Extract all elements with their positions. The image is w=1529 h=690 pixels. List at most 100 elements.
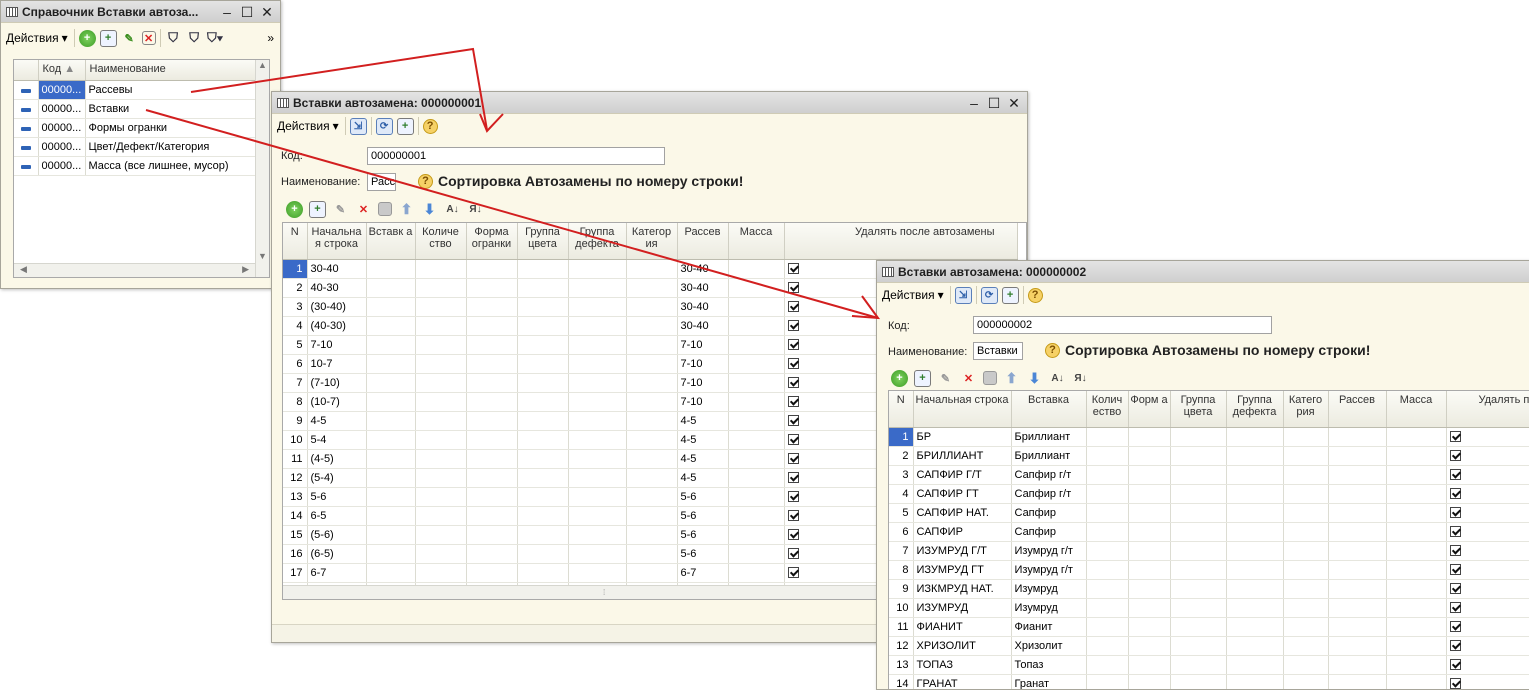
empty-cell[interactable]	[466, 468, 518, 488]
empty-cell[interactable]	[1226, 427, 1284, 447]
empty-cell[interactable]	[1328, 522, 1387, 542]
empty-cell[interactable]	[568, 430, 627, 450]
filter-clear-icon[interactable]: ⛉	[186, 30, 203, 47]
empty-cell[interactable]	[1283, 674, 1329, 689]
delete-after-checkbox[interactable]	[787, 529, 799, 541]
empty-cell[interactable]	[517, 544, 569, 564]
empty-cell[interactable]	[415, 259, 467, 279]
start-string-cell[interactable]: 40-30	[307, 278, 367, 298]
empty-cell[interactable]	[568, 563, 627, 583]
refresh-icon[interactable]: ⟳	[980, 286, 998, 304]
empty-cell[interactable]	[466, 487, 518, 507]
insert-cell[interactable]: Сапфир	[1011, 503, 1087, 523]
empty-cell[interactable]	[517, 506, 569, 526]
delete-after-checkbox[interactable]	[1449, 450, 1461, 462]
empty-cell[interactable]	[1328, 427, 1387, 447]
delete-row-icon[interactable]: ✕	[355, 201, 372, 218]
start-string-cell[interactable]: ХРИЗОЛИТ	[913, 636, 1012, 656]
empty-cell[interactable]	[568, 335, 627, 355]
empty-cell[interactable]	[1170, 522, 1227, 542]
copy-icon[interactable]: +	[99, 29, 117, 47]
start-string-cell[interactable]: (7-10)	[307, 373, 367, 393]
empty-cell[interactable]	[626, 411, 678, 431]
sort-desc-icon[interactable]: Я↓	[1072, 370, 1089, 387]
empty-cell[interactable]	[568, 259, 627, 279]
empty-cell[interactable]	[1283, 579, 1329, 599]
rassev-cell[interactable]: 7-10	[677, 373, 729, 393]
move-down-icon[interactable]: ⬇	[421, 201, 438, 218]
insert-cell[interactable]: Бриллиант	[1011, 427, 1087, 447]
column-header[interactable]: Удалять п	[1446, 391, 1529, 428]
rassev-cell[interactable]: 4-5	[677, 468, 729, 488]
add-row-icon[interactable]: +	[286, 200, 303, 218]
move-down-icon[interactable]: ⬇	[1026, 370, 1043, 387]
column-header[interactable]: Категор ия	[626, 223, 678, 260]
empty-cell[interactable]	[1328, 465, 1387, 485]
filter-icon[interactable]: ⛉	[165, 30, 182, 47]
empty-cell[interactable]	[466, 525, 518, 545]
empty-cell[interactable]	[1128, 522, 1171, 542]
insert-cell[interactable]: Фианит	[1011, 617, 1087, 637]
delete-row-icon[interactable]: ✕	[960, 370, 977, 387]
table-row[interactable]: 2 БРИЛЛИАНТ Бриллиант	[889, 446, 1529, 466]
empty-cell[interactable]	[1226, 484, 1284, 504]
empty-cell[interactable]	[568, 354, 627, 374]
insert-cell[interactable]: Бриллиант	[1011, 446, 1087, 466]
empty-cell[interactable]	[1386, 560, 1447, 580]
start-string-cell[interactable]: ИЗУМРУД ГТ	[913, 560, 1012, 580]
empty-cell[interactable]	[1128, 636, 1171, 656]
delete-after-checkbox[interactable]	[787, 301, 799, 313]
save-icon[interactable]	[983, 371, 997, 385]
move-up-icon[interactable]: ⬆	[398, 201, 415, 218]
empty-cell[interactable]	[517, 563, 569, 583]
start-string-cell[interactable]: (10-7)	[307, 392, 367, 412]
delete-after-cell[interactable]	[1446, 427, 1529, 447]
delete-after-cell[interactable]	[1446, 636, 1529, 656]
empty-cell[interactable]	[415, 544, 467, 564]
empty-cell[interactable]	[626, 506, 678, 526]
empty-cell[interactable]	[1086, 427, 1129, 447]
empty-cell[interactable]	[626, 449, 678, 469]
post-icon[interactable]: ⇲	[954, 286, 972, 304]
copy-row-icon[interactable]: +	[309, 200, 326, 218]
list-item[interactable]: 00000... Цвет/Дефект/Категория	[14, 137, 258, 157]
empty-cell[interactable]	[1386, 579, 1447, 599]
empty-cell[interactable]	[1086, 446, 1129, 466]
table-row[interactable]: 11 ФИАНИТ Фианит	[889, 617, 1529, 637]
delete-after-checkbox[interactable]	[787, 320, 799, 332]
insert-cell[interactable]: Хризолит	[1011, 636, 1087, 656]
empty-cell[interactable]	[415, 430, 467, 450]
kod-field[interactable]: 000000001	[367, 147, 665, 165]
empty-cell[interactable]	[1128, 655, 1171, 675]
empty-cell[interactable]	[415, 316, 467, 336]
help-icon[interactable]: ?	[1027, 287, 1043, 303]
start-string-cell[interactable]: (5-4)	[307, 468, 367, 488]
empty-cell[interactable]	[1226, 636, 1284, 656]
empty-cell[interactable]	[1086, 617, 1129, 637]
table-row[interactable]: 10 ИЗУМРУД Изумруд	[889, 598, 1529, 618]
empty-cell[interactable]	[626, 259, 678, 279]
empty-cell[interactable]	[366, 259, 416, 279]
delete-after-checkbox[interactable]	[1449, 526, 1461, 538]
empty-cell[interactable]	[466, 278, 518, 298]
empty-cell[interactable]	[415, 487, 467, 507]
empty-cell[interactable]	[466, 411, 518, 431]
empty-cell[interactable]	[1226, 617, 1284, 637]
insert-cell[interactable]: Изумруд г/т	[1011, 560, 1087, 580]
actions-menu[interactable]: Действия ▾	[6, 29, 75, 47]
sort-desc-icon[interactable]: Я↓	[467, 201, 484, 218]
empty-cell[interactable]	[1283, 446, 1329, 466]
column-header[interactable]: Группа цвета	[517, 223, 569, 260]
delete-after-checkbox[interactable]	[787, 453, 799, 465]
empty-cell[interactable]	[366, 525, 416, 545]
column-header[interactable]: Форм а	[1128, 391, 1171, 428]
empty-cell[interactable]	[568, 411, 627, 431]
empty-cell[interactable]	[626, 525, 678, 545]
empty-cell[interactable]	[1226, 503, 1284, 523]
rassev-cell[interactable]: 30-40	[677, 297, 729, 317]
table-row[interactable]: 9 ИЗКМРУД НАТ. Изумруд	[889, 579, 1529, 599]
mass-cell[interactable]	[728, 411, 785, 431]
delete-after-cell[interactable]	[1446, 655, 1529, 675]
empty-cell[interactable]	[366, 335, 416, 355]
empty-cell[interactable]	[568, 544, 627, 564]
